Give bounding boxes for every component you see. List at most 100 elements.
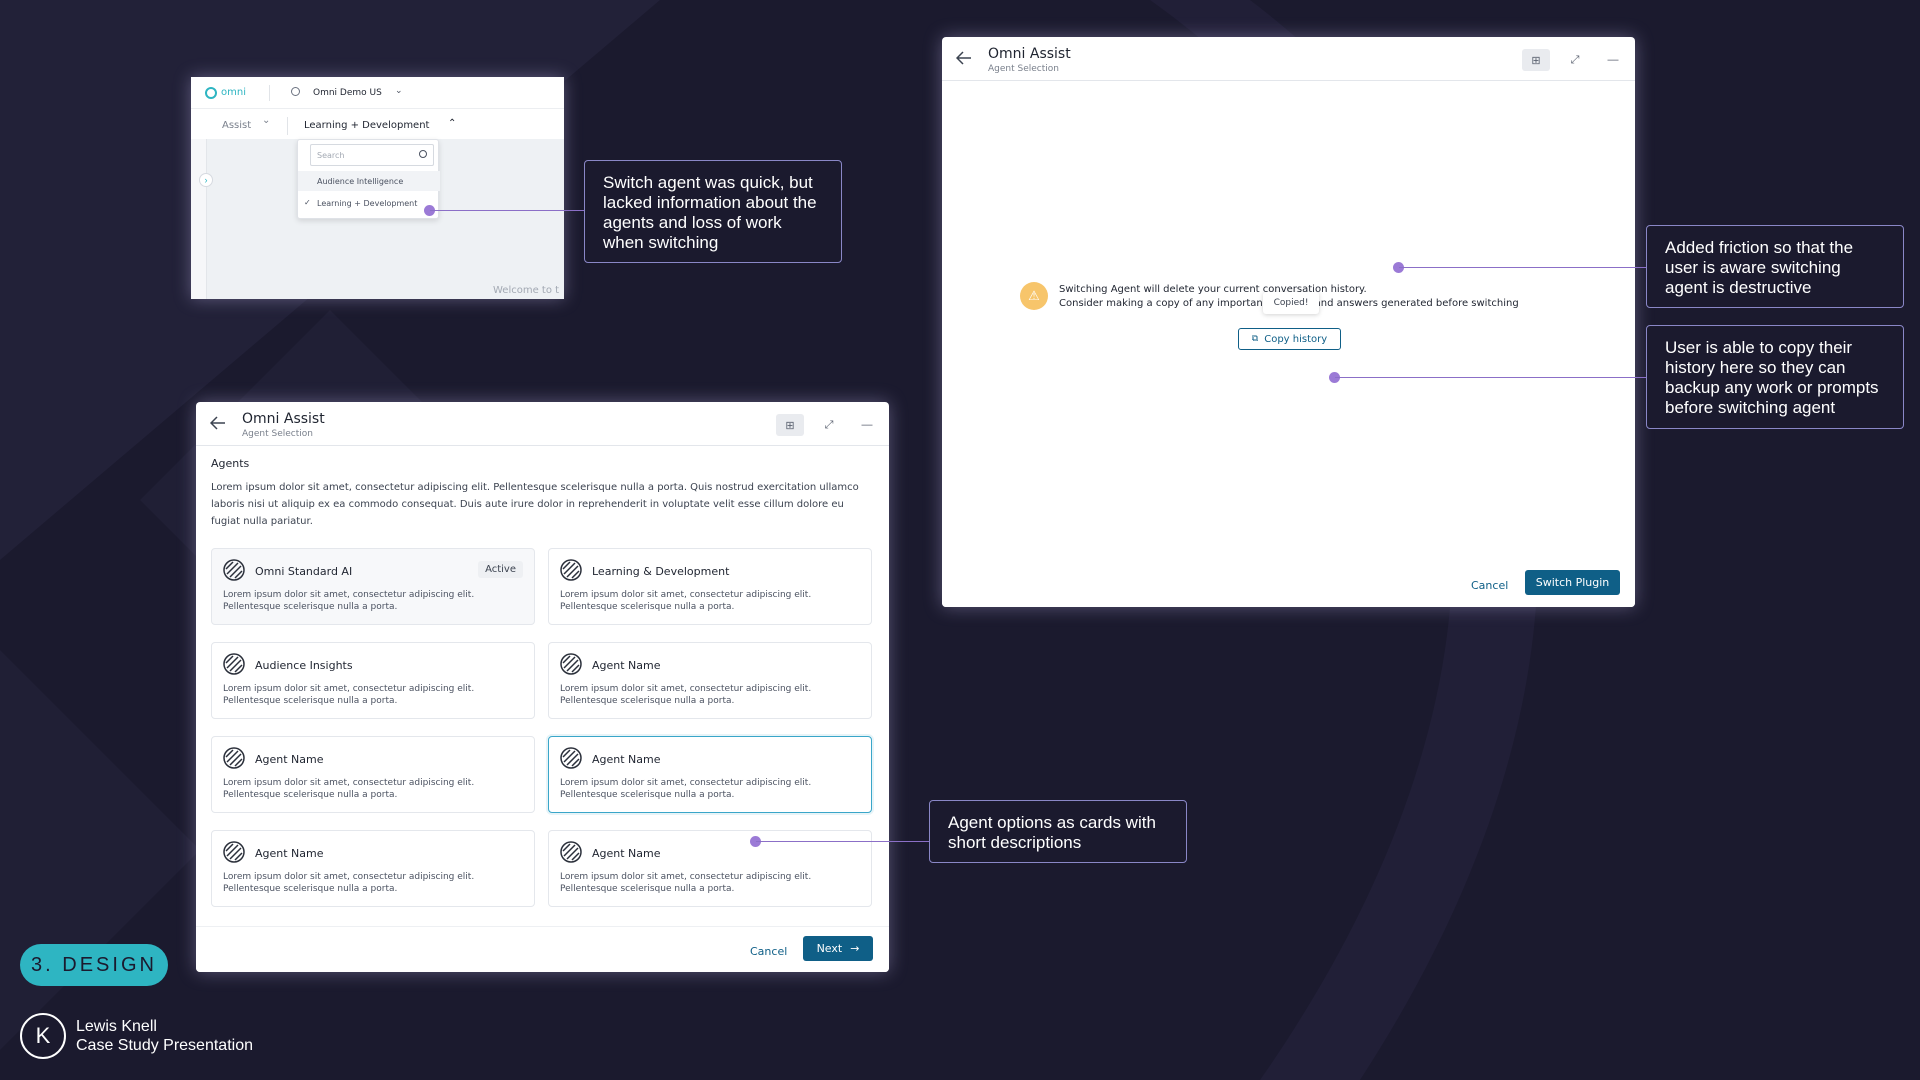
agent-card-name: Audience Insights — [255, 659, 353, 672]
agent-card[interactable]: Learning & Development Lorem ipsum dolor … — [548, 548, 872, 625]
agent-icon — [223, 747, 245, 769]
nav-current-agent[interactable]: Learning + Development — [304, 120, 429, 131]
next-button[interactable]: Next → — [803, 936, 873, 961]
chevron-up-icon: ⌃ — [448, 118, 457, 129]
agent-icon — [223, 841, 245, 863]
callout-switch-agent: Switch agent was quick, but lacked infor… — [584, 160, 842, 263]
warning-line-1: Switching Agent will delete your current… — [1059, 284, 1367, 295]
switch-plugin-button[interactable]: Switch Plugin — [1525, 570, 1620, 595]
copy-icon: ⧉ — [1251, 334, 1259, 344]
agent-card-description: Lorem ipsum dolor sit amet, consectetur … — [560, 590, 812, 612]
minimize-icon[interactable]: — — [853, 414, 881, 436]
agent-dropdown-menu: Search Audience Intelligence ✓ Learning … — [297, 139, 440, 219]
agent-dropdown-screenshot: omni Omni Demo US ⌄ Assist ⌄ Learning + … — [191, 77, 564, 299]
tooltip-text: Copied! — [1273, 298, 1309, 308]
copy-history-label: Copy history — [1264, 333, 1328, 345]
callout-text: Added friction so that the user is aware… — [1665, 238, 1854, 297]
agent-card-name: Agent Name — [255, 847, 324, 860]
window-footer: Cancel Next → — [196, 926, 889, 972]
dropdown-search[interactable]: Search — [310, 144, 434, 166]
expand-sidebar-button[interactable]: › — [199, 173, 213, 187]
agent-card-name: Omni Standard AI — [255, 565, 353, 578]
cancel-button[interactable]: Cancel — [750, 945, 787, 958]
workspace-icon — [291, 87, 300, 96]
sidebar — [191, 139, 207, 299]
callout-agent-cards: Agent options as cards with short descri… — [929, 800, 1187, 863]
window-header: Omni Assist Agent Selection ⊞ ⤢ — — [196, 402, 889, 446]
switch-confirmation-window: Omni Assist Agent Selection ⊞ ⤢ — ⚠ Swit… — [942, 37, 1635, 607]
search-placeholder: Search — [317, 151, 345, 160]
active-badge: Active — [478, 561, 523, 578]
agent-card-name: Agent Name — [592, 753, 661, 766]
agent-card-name: Agent Name — [592, 659, 661, 672]
agent-card-name: Agent Name — [255, 753, 324, 766]
next-button-label: Next — [816, 942, 843, 955]
copy-history-button[interactable]: ⧉ Copy history — [1238, 328, 1341, 350]
search-icon — [419, 150, 427, 158]
window-subtitle: Agent Selection — [242, 429, 313, 439]
agent-icon — [560, 841, 582, 863]
agent-card-description: Lorem ipsum dolor sit amet, consectetur … — [560, 872, 812, 894]
agent-card[interactable]: Agent Name Lorem ipsum dolor sit amet, co… — [548, 642, 872, 719]
agent-card-description: Lorem ipsum dolor sit amet, consectetur … — [223, 684, 475, 706]
connector-line — [430, 210, 584, 211]
workspace-selector[interactable]: Omni Demo US — [313, 88, 382, 98]
chevron-down-icon: ⌄ — [395, 85, 403, 95]
layout-icon[interactable]: ⊞ — [1522, 49, 1550, 71]
nav-assist[interactable]: Assist — [222, 120, 251, 131]
back-arrow-icon[interactable] — [956, 51, 972, 65]
dropdown-option-selected[interactable]: ✓ Learning + Development — [298, 193, 440, 213]
switch-plugin-label: Switch Plugin — [1535, 576, 1610, 589]
agent-icon — [560, 559, 582, 581]
connector-line — [756, 841, 929, 842]
section-badge-label: 3. DESIGN — [31, 953, 157, 976]
agent-card[interactable]: Omni Standard AI Lorem ipsum dolor sit am… — [211, 548, 535, 625]
callout-text: Agent options as cards with short descri… — [948, 813, 1156, 852]
intro-text: Lorem ipsum dolor sit amet, consectetur … — [211, 482, 859, 527]
omni-logo — [205, 87, 217, 99]
dropdown-option-label: Learning + Development — [317, 199, 418, 208]
agent-card-name: Agent Name — [592, 847, 661, 860]
back-arrow-icon[interactable] — [210, 416, 226, 430]
divider — [269, 85, 270, 101]
window-title: Omni Assist — [988, 46, 1071, 62]
dropdown-option-label: Audience Intelligence — [317, 177, 404, 186]
callout-copy-history: User is able to copy their history here … — [1646, 325, 1904, 429]
agent-card[interactable]: Audience Insights Lorem ipsum dolor sit a… — [211, 642, 535, 719]
expand-icon[interactable]: ⤢ — [1561, 49, 1589, 71]
agent-icon — [560, 747, 582, 769]
omni-logo-text: omni — [221, 87, 246, 98]
agent-card[interactable]: Agent Name Lorem ipsum dolor sit amet, co… — [211, 830, 535, 907]
dropdown-option[interactable]: Audience Intelligence — [298, 171, 440, 191]
expand-icon[interactable]: ⤢ — [815, 414, 843, 436]
callout-text: User is able to copy their history here … — [1665, 338, 1879, 417]
layout-icon[interactable]: ⊞ — [776, 414, 804, 436]
minimize-icon[interactable]: — — [1599, 49, 1627, 71]
section-label: Agents — [211, 457, 250, 470]
connector-line — [1399, 267, 1646, 268]
section-badge: 3. DESIGN — [20, 944, 168, 986]
chevron-down-icon: ⌄ — [262, 115, 271, 126]
agent-icon — [223, 653, 245, 675]
cancel-button[interactable]: Cancel — [1471, 579, 1508, 592]
warning-icon: ⚠ — [1020, 282, 1048, 310]
agent-card-name: Learning & Development — [592, 565, 730, 578]
check-icon: ✓ — [304, 198, 311, 207]
welcome-text: Welcome to t — [493, 285, 560, 296]
author-subtitle: Case Study Presentation — [76, 1037, 253, 1054]
author-logo: K — [20, 1013, 66, 1059]
agent-card[interactable]: Agent Name Lorem ipsum dolor sit amet, co… — [211, 736, 535, 813]
window-title: Omni Assist — [242, 411, 325, 427]
agent-card-description: Lorem ipsum dolor sit amet, consectetur … — [560, 684, 812, 706]
nav-bar: Assist ⌄ Learning + Development ⌃ — [191, 109, 564, 139]
agent-selection-window: Omni Assist Agent Selection ⊞ ⤢ — Agents… — [196, 402, 889, 972]
copied-tooltip: Copied! — [1263, 292, 1319, 314]
connector-line — [1335, 377, 1646, 378]
author-name: Lewis Knell — [76, 1018, 157, 1035]
window-footer: Cancel Switch Plugin — [942, 561, 1635, 607]
window-subtitle: Agent Selection — [988, 64, 1059, 74]
divider — [287, 117, 288, 135]
arrow-right-icon: → — [850, 942, 860, 955]
agent-card-description: Lorem ipsum dolor sit amet, consectetur … — [560, 778, 812, 800]
agent-card[interactable]: Agent Name Lorem ipsum dolor sit amet, co… — [548, 736, 872, 813]
